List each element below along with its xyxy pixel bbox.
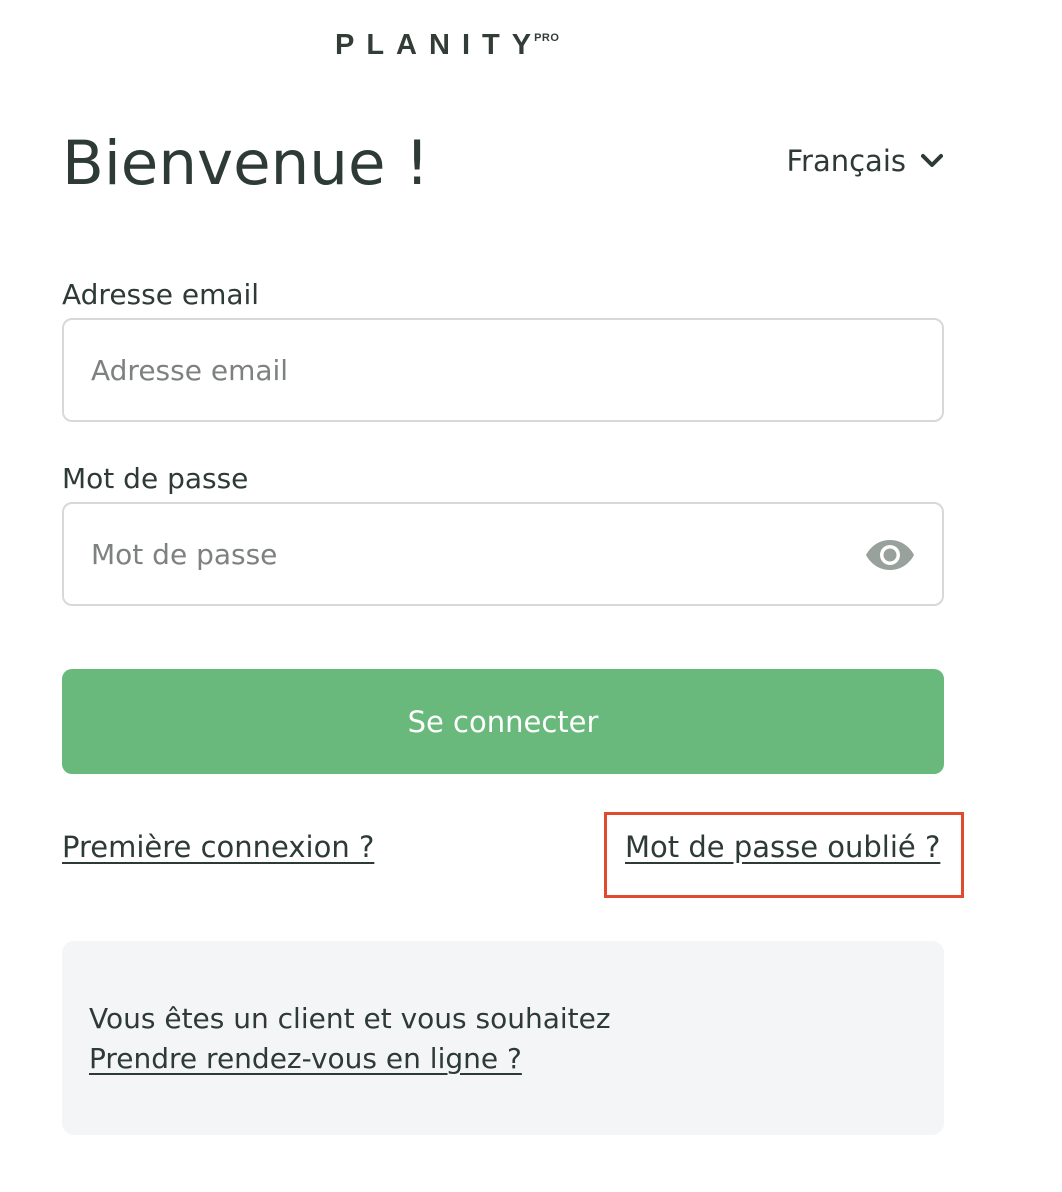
logo-wordmark: PLANITY xyxy=(335,29,544,61)
page-title: Bienvenue ! xyxy=(62,128,430,199)
chevron-down-icon xyxy=(921,154,943,167)
eye-icon[interactable] xyxy=(865,538,915,572)
language-label: Français xyxy=(786,144,906,178)
email-field-wrapper xyxy=(62,318,944,422)
client-info-text: Vous êtes un client et vous souhaitez xyxy=(89,1002,611,1035)
email-label: Adresse email xyxy=(62,278,260,311)
password-field-wrapper xyxy=(62,502,944,606)
first-login-link[interactable]: Première connexion ? xyxy=(62,830,374,864)
planity-logo: PLANITY PRO xyxy=(335,30,559,60)
client-info-box: Vous êtes un client et vous souhaitez Pr… xyxy=(62,941,944,1135)
password-input[interactable] xyxy=(64,504,942,604)
login-button[interactable]: Se connecter xyxy=(62,669,944,774)
password-label: Mot de passe xyxy=(62,462,249,495)
book-appointment-link[interactable]: Prendre rendez-vous en ligne ? xyxy=(89,1042,522,1075)
highlight-box xyxy=(604,812,964,898)
language-selector[interactable]: Français xyxy=(786,144,944,178)
email-input[interactable] xyxy=(64,320,942,420)
logo-pro-badge: PRO xyxy=(534,32,560,44)
